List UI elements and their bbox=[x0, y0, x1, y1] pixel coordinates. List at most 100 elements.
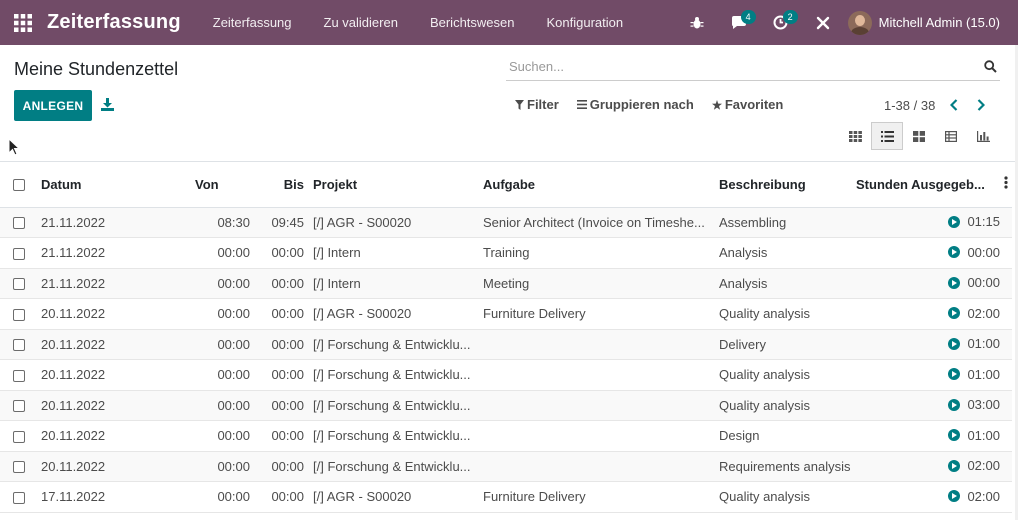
row-checkbox-cell[interactable] bbox=[0, 207, 34, 238]
filter-button[interactable]: Filter bbox=[515, 97, 559, 112]
star-icon bbox=[711, 99, 722, 110]
header-task[interactable]: Aufgabe bbox=[480, 162, 716, 208]
table-row[interactable]: 17.11.2022 00:00 00:00 [/] AGR - S00020 Furn… bbox=[0, 481, 1012, 513]
cell-project: [/] Forschung & Entwicklu... bbox=[310, 420, 480, 452]
table-row[interactable]: 21.11.2022 08:30 09:45 [/] AGR - S00020 Seni… bbox=[0, 207, 1012, 238]
row-checkbox[interactable] bbox=[13, 339, 25, 352]
cell-date: 20.11.2022 bbox=[34, 420, 168, 452]
bug-icon[interactable] bbox=[676, 0, 718, 45]
cell-project: [/] Intern bbox=[310, 268, 480, 299]
table-row[interactable]: 21.11.2022 00:00 00:00 [/] Intern Training An… bbox=[0, 237, 1012, 269]
hours-value: 02:00 bbox=[967, 305, 1000, 321]
menu-berichtswesen[interactable]: Berichtswesen bbox=[414, 0, 531, 45]
header-project[interactable]: Projekt bbox=[310, 162, 480, 208]
cell-von: 00:00 bbox=[168, 329, 250, 360]
cell-description: Design bbox=[716, 420, 856, 452]
timer-play-icon[interactable] bbox=[948, 246, 961, 258]
search-input[interactable] bbox=[506, 53, 980, 80]
pivot-view-icon[interactable] bbox=[935, 122, 967, 150]
cell-hours: 01:15 bbox=[856, 207, 1012, 238]
cell-description: Analysis bbox=[716, 268, 856, 299]
table-row[interactable]: 20.11.2022 00:00 00:00 [/] Forschung & Entw… bbox=[0, 420, 1012, 452]
table-row[interactable]: 20.11.2022 00:00 00:00 [/] Forschung & Entw… bbox=[0, 329, 1012, 360]
row-checkbox[interactable] bbox=[13, 247, 25, 260]
table-row[interactable]: 20.11.2022 00:00 00:00 [/] Forschung & Entw… bbox=[0, 451, 1012, 482]
timer-play-icon[interactable] bbox=[948, 368, 961, 380]
timer-play-icon[interactable] bbox=[948, 490, 961, 502]
header-von[interactable]: Von bbox=[168, 162, 250, 208]
clock-icon[interactable]: 2 bbox=[760, 0, 802, 45]
cell-hours: 03:00 bbox=[856, 390, 1012, 421]
header-description[interactable]: Beschreibung bbox=[716, 162, 856, 208]
row-checkbox[interactable] bbox=[13, 217, 25, 230]
table-row[interactable]: 20.11.2022 00:00 00:00 [/] Forschung & Entw… bbox=[0, 359, 1012, 391]
table-row[interactable]: 20.11.2022 00:00 00:00 [/] AGR - S00020 Furn… bbox=[0, 298, 1012, 330]
row-checkbox-cell[interactable] bbox=[0, 359, 34, 391]
row-checkbox[interactable] bbox=[13, 308, 25, 321]
row-checkbox[interactable] bbox=[13, 430, 25, 443]
timer-play-icon[interactable] bbox=[948, 429, 961, 441]
select-all-checkbox-cell[interactable] bbox=[0, 162, 34, 208]
cell-date: 20.11.2022 bbox=[34, 329, 168, 360]
row-checkbox-cell[interactable] bbox=[0, 390, 34, 421]
page-title: Meine Stundenzettel bbox=[14, 59, 179, 79]
cell-von: 08:30 bbox=[168, 207, 250, 238]
row-checkbox[interactable] bbox=[13, 400, 25, 413]
tools-icon[interactable] bbox=[802, 0, 844, 45]
row-checkbox-cell[interactable] bbox=[0, 420, 34, 452]
filter-icon bbox=[515, 99, 524, 110]
search-icon[interactable] bbox=[980, 57, 1000, 77]
create-button[interactable]: ANLEGEN bbox=[14, 90, 92, 121]
favorites-button[interactable]: Favoriten bbox=[711, 97, 783, 112]
row-checkbox[interactable] bbox=[13, 491, 25, 504]
cell-bis: 00:00 bbox=[250, 390, 310, 421]
timer-play-icon[interactable] bbox=[948, 398, 961, 411]
row-checkbox[interactable] bbox=[13, 278, 25, 291]
cell-description: Quality analysis bbox=[716, 359, 856, 391]
menu-zeiterfassung[interactable]: Zeiterfassung bbox=[197, 0, 308, 45]
table-row[interactable]: 21.11.2022 00:00 00:00 [/] Intern Meeting Ana… bbox=[0, 268, 1012, 299]
header-date[interactable]: Datum bbox=[34, 162, 168, 208]
user-menu[interactable]: Mitchell Admin (15.0) bbox=[844, 0, 1018, 45]
timer-play-icon[interactable] bbox=[948, 276, 961, 289]
download-icon[interactable] bbox=[101, 98, 114, 114]
timer-play-icon[interactable] bbox=[948, 459, 961, 472]
cell-project: [/] Forschung & Entwicklu... bbox=[310, 451, 480, 482]
grid-view-icon[interactable] bbox=[903, 122, 935, 150]
row-checkbox-cell[interactable] bbox=[0, 268, 34, 299]
pager-value[interactable]: 1-38 / 38 bbox=[884, 98, 935, 113]
graph-view-icon[interactable] bbox=[967, 122, 999, 150]
kanban-view-icon[interactable] bbox=[839, 122, 871, 150]
chat-icon[interactable]: 4 bbox=[718, 0, 760, 45]
row-checkbox-cell[interactable] bbox=[0, 451, 34, 482]
table-row[interactable]: 20.11.2022 00:00 00:00 [/] Forschung & Entw… bbox=[0, 390, 1012, 421]
timer-play-icon[interactable] bbox=[948, 337, 961, 350]
row-checkbox[interactable] bbox=[13, 369, 25, 382]
optional-columns-icon[interactable] bbox=[1004, 176, 1008, 192]
row-checkbox-cell[interactable] bbox=[0, 237, 34, 269]
menu-zu-validieren[interactable]: Zu validieren bbox=[308, 0, 414, 45]
timer-play-icon[interactable] bbox=[948, 307, 961, 319]
cell-task bbox=[480, 420, 716, 452]
menu-konfiguration[interactable]: Konfiguration bbox=[531, 0, 640, 45]
timer-play-icon[interactable] bbox=[948, 215, 961, 228]
select-all-checkbox[interactable] bbox=[13, 179, 25, 192]
app-brand[interactable]: Zeiterfassung bbox=[47, 11, 181, 34]
row-checkbox[interactable] bbox=[13, 461, 25, 474]
pager-next-icon[interactable] bbox=[973, 97, 989, 113]
cell-von: 00:00 bbox=[168, 268, 250, 299]
cell-description: Assembling bbox=[716, 207, 856, 238]
hours-value: 03:00 bbox=[967, 397, 1000, 412]
cell-bis: 00:00 bbox=[250, 298, 310, 330]
pager-previous-icon[interactable] bbox=[946, 97, 962, 113]
header-hours[interactable]: Stunden Ausgegeb... bbox=[856, 162, 1012, 208]
header-bis[interactable]: Bis bbox=[250, 162, 310, 208]
apps-grid-icon[interactable] bbox=[0, 0, 45, 45]
list-view-icon[interactable] bbox=[871, 122, 903, 150]
row-checkbox-cell[interactable] bbox=[0, 329, 34, 360]
cell-description: Quality analysis bbox=[716, 298, 856, 330]
group-by-button[interactable]: Gruppieren nach bbox=[576, 97, 694, 112]
row-checkbox-cell[interactable] bbox=[0, 481, 34, 513]
cell-task: Senior Architect (Invoice on Timeshe... bbox=[480, 207, 716, 238]
row-checkbox-cell[interactable] bbox=[0, 298, 34, 330]
